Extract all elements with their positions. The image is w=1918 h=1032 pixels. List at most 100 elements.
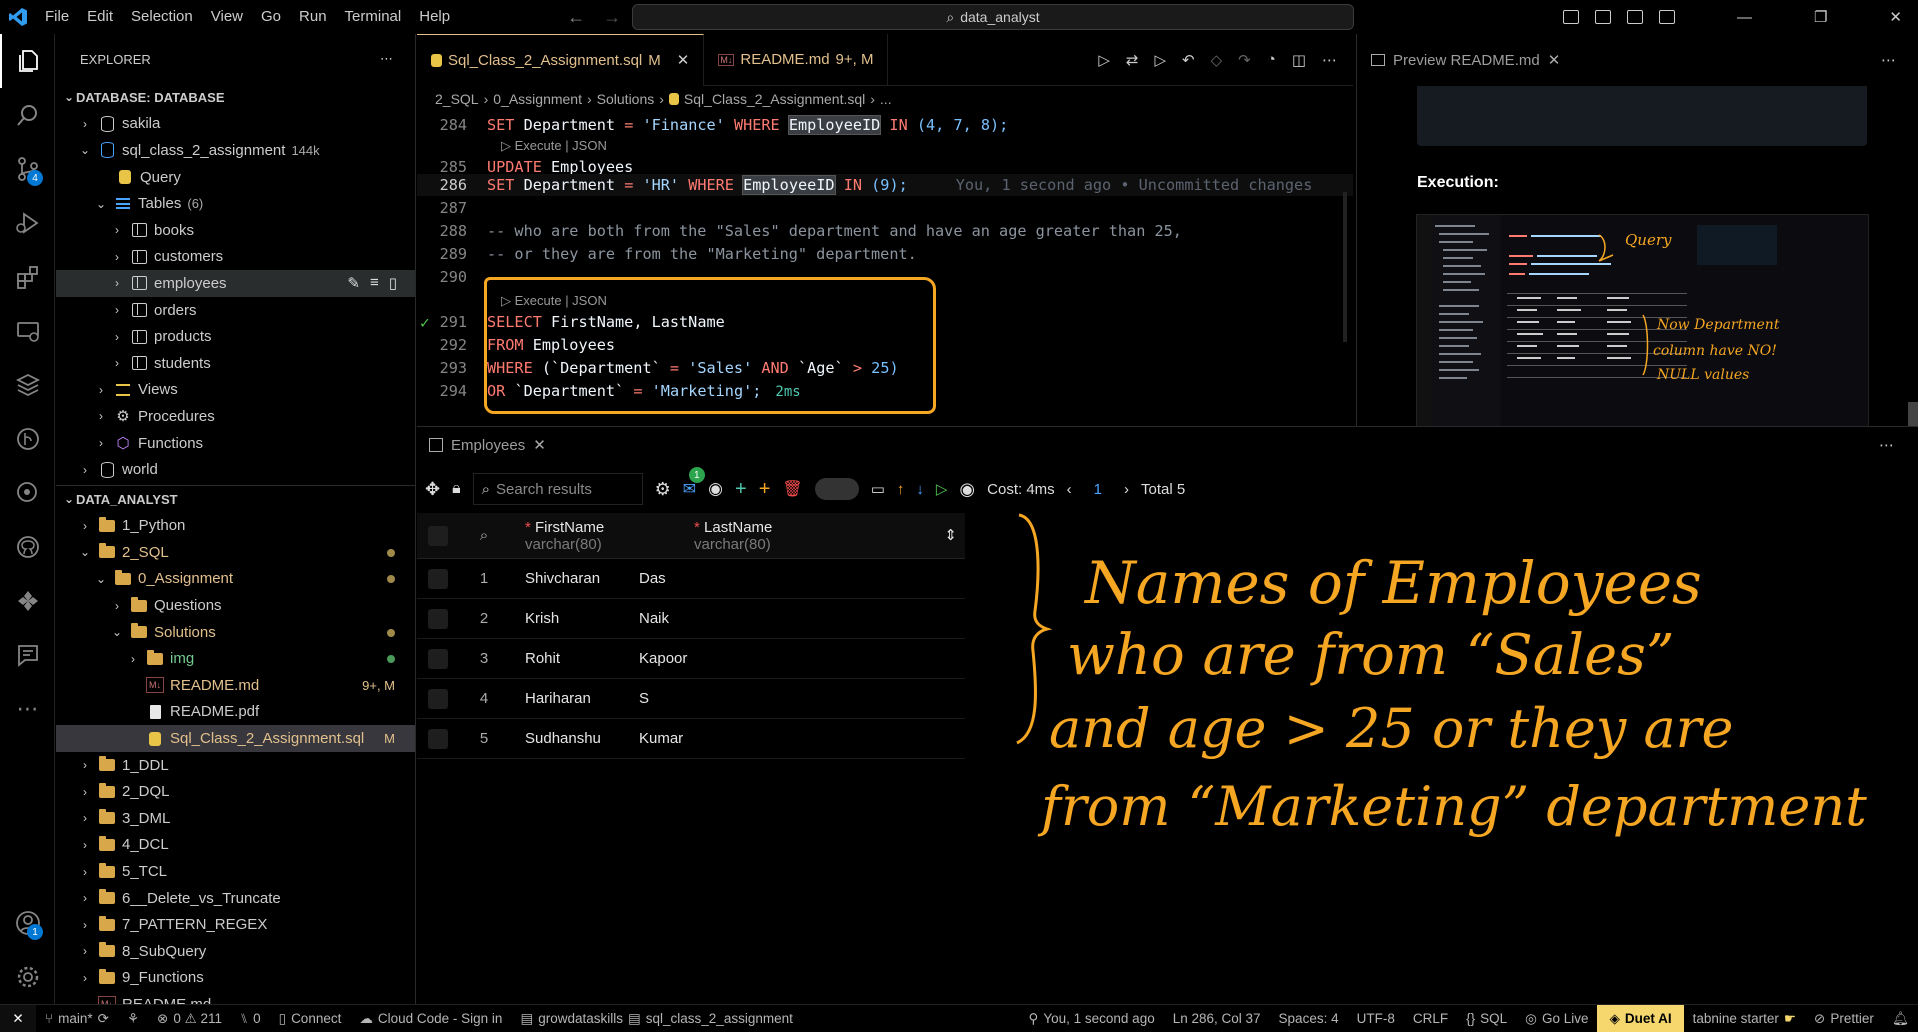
database-status[interactable]: ▤ growdataskills ▤ sql_class_2_assignment [511, 1011, 801, 1027]
crumb[interactable]: Sql_Class_2_Assignment.sql [684, 91, 865, 107]
file-readme-md[interactable]: M↓ README.md 9+, M [56, 672, 415, 699]
git-graph-status[interactable]: ⚘ [118, 1011, 148, 1027]
menu-run[interactable]: Run [290, 0, 336, 34]
toggle-sidebar-icon[interactable] [1562, 10, 1579, 24]
prettier-status[interactable]: ⊘ Prettier [1805, 1011, 1883, 1027]
more-actions-icon[interactable]: ⋯ [1881, 51, 1918, 69]
source-control-icon[interactable]: 4 [0, 142, 55, 196]
cursor-position[interactable]: Ln 286, Col 37 [1164, 1011, 1270, 1026]
project-section-header[interactable]: ⌄ DATA_ANALYST [56, 486, 415, 513]
preview-scrollbar[interactable] [1908, 402, 1918, 428]
arrow-down-icon[interactable]: ↓ [916, 481, 924, 498]
menu-file[interactable]: File [36, 0, 78, 34]
table-row[interactable]: 2 Krish Naik [417, 599, 965, 639]
cell-lastname[interactable]: Das [629, 570, 965, 587]
folder-0-assignment[interactable]: ⌄ 0_Assignment [56, 566, 415, 593]
tree-item-books[interactable]: › books [56, 217, 415, 244]
tab-employees[interactable]: Employees [451, 437, 525, 454]
edit-pencil-icon[interactable]: ✎ [347, 274, 360, 292]
column-header-firstname[interactable]: * FirstName varchar(80) [509, 513, 694, 558]
cell-firstname[interactable]: Hariharan [509, 690, 629, 707]
move-icon[interactable]: ✥ [425, 479, 440, 500]
run-icon[interactable]: ▷ [936, 480, 948, 498]
menu-help[interactable]: Help [410, 0, 459, 34]
filter-search-icon[interactable]: ⌕ [459, 513, 509, 558]
cell-lastname[interactable]: Kapoor [629, 650, 965, 667]
folder-3-dml[interactable]: › 3_DML [56, 805, 415, 832]
sort-icon[interactable]: ⇕ [944, 527, 957, 544]
table-row[interactable]: 5 Sudhanshu Kumar [417, 719, 965, 759]
menu-view[interactable]: View [202, 0, 252, 34]
cell-lastname[interactable]: Kumar [629, 730, 965, 747]
tree-item-products[interactable]: › products [56, 323, 415, 350]
changes-icon[interactable]: ◇ [1211, 51, 1223, 69]
menu-selection[interactable]: Selection [122, 0, 202, 34]
tabnine-status[interactable]: tabnine starter ☛ [1684, 1011, 1805, 1027]
prev-page-icon[interactable]: ‹ [1067, 481, 1072, 498]
blame-status[interactable]: ⚲ You, 1 second ago [1019, 1011, 1163, 1027]
forward-arrow-icon[interactable]: → [603, 7, 621, 28]
cell-firstname[interactable]: Shivcharan [509, 570, 629, 587]
tree-item-employees[interactable]: › employees ✎ ≡ ▯ [56, 270, 415, 297]
tree-item-sql-class-2-assignment[interactable]: ⌄ sql_class_2_assignment 144k [56, 137, 415, 164]
run-query-icon[interactable]: ▷ [1155, 51, 1167, 69]
cell-lastname[interactable]: S [629, 690, 965, 707]
run-debug-icon[interactable] [0, 196, 55, 250]
folder-img[interactable]: › img [56, 645, 415, 672]
folder-2-sql[interactable]: ⌄ 2_SQL [56, 539, 415, 566]
close-window-icon[interactable]: ✕ [1889, 8, 1902, 26]
tree-item-functions[interactable]: › ⬡ Functions [56, 430, 415, 457]
row-checkbox[interactable] [428, 688, 448, 709]
explorer-more-icon[interactable]: ⋯ [380, 51, 393, 67]
delete-icon[interactable]: 🗑︎ [782, 479, 802, 499]
table-row[interactable]: 1 Shivcharan Das [417, 559, 965, 599]
lock-icon[interactable]: 🔒︎ [452, 480, 461, 498]
connect-status[interactable]: ▯ Connect [270, 1011, 351, 1027]
line-ending[interactable]: CRLF [1404, 1011, 1457, 1026]
add-icon[interactable]: + [759, 478, 771, 501]
language-mode[interactable]: {} SQL [1457, 1011, 1516, 1026]
folder-1-ddl[interactable]: › 1_DDL [56, 752, 415, 779]
cell-firstname[interactable]: Rohit [509, 650, 629, 667]
search-results-input[interactable]: ⌕ Search results [472, 473, 643, 505]
tree-item-procedures[interactable]: › ⚙ Procedures [56, 403, 415, 430]
settings-gear-icon[interactable] [0, 950, 55, 1004]
kubernetes-icon[interactable] [0, 574, 55, 628]
command-center-search[interactable]: ⌕ data_analyst [632, 4, 1354, 30]
git-graph-icon[interactable] [0, 412, 55, 466]
minimize-icon[interactable]: — [1737, 9, 1752, 26]
file-sql-class-2-assignment[interactable]: Sql_Class_2_Assignment.sql M [56, 725, 415, 752]
cell-firstname[interactable]: Krish [509, 610, 629, 627]
select-all-checkbox[interactable] [417, 513, 459, 558]
file-readme-pdf[interactable]: README.pdf [56, 699, 415, 726]
close-tab-icon[interactable]: ✕ [533, 436, 546, 454]
database-section-header[interactable]: ⌄ DATABASE: DATABASE [56, 84, 415, 111]
row-checkbox[interactable] [428, 608, 448, 629]
timeline-icon[interactable]: ◔ [1267, 51, 1276, 69]
eye-icon[interactable]: ◉ [959, 479, 975, 500]
table-row[interactable]: 4 Hariharan S [417, 679, 965, 719]
menu-terminal[interactable]: Terminal [336, 0, 411, 34]
search-icon[interactable] [0, 88, 55, 142]
github-icon[interactable]: ◉ [708, 479, 723, 499]
settings-gear-icon[interactable]: ⚙ [655, 479, 671, 500]
tree-item-orders[interactable]: › orders [56, 297, 415, 324]
page-number[interactable]: 1 [1094, 481, 1102, 498]
tab-sql-class-2-assignment[interactable]: Sql_Class_2_Assignment.sql M ✕ [417, 33, 705, 86]
next-page-icon[interactable]: › [1124, 481, 1129, 498]
crumb[interactable]: ... [880, 91, 892, 107]
next-change-icon[interactable]: ↷ [1238, 51, 1251, 69]
menu-edit[interactable]: Edit [78, 0, 122, 34]
tree-item-views[interactable]: › Views [56, 377, 415, 404]
cloud-code-status[interactable]: ☁ Cloud Code - Sign in [350, 1011, 511, 1027]
close-tab-icon[interactable]: ✕ [677, 51, 690, 69]
go-live-button[interactable]: ◎ Go Live [1516, 1011, 1597, 1027]
github-icon[interactable] [0, 520, 55, 574]
tree-item-students[interactable]: › students [56, 350, 415, 377]
crumb[interactable]: Solutions [597, 91, 655, 107]
account-icon[interactable]: 1 [0, 896, 55, 950]
toggle-panel-icon[interactable] [1594, 10, 1611, 24]
crumb[interactable]: 2_SQL [435, 91, 479, 107]
folder-questions[interactable]: › Questions [56, 592, 415, 619]
folder-solutions[interactable]: ⌄ Solutions [56, 619, 415, 646]
